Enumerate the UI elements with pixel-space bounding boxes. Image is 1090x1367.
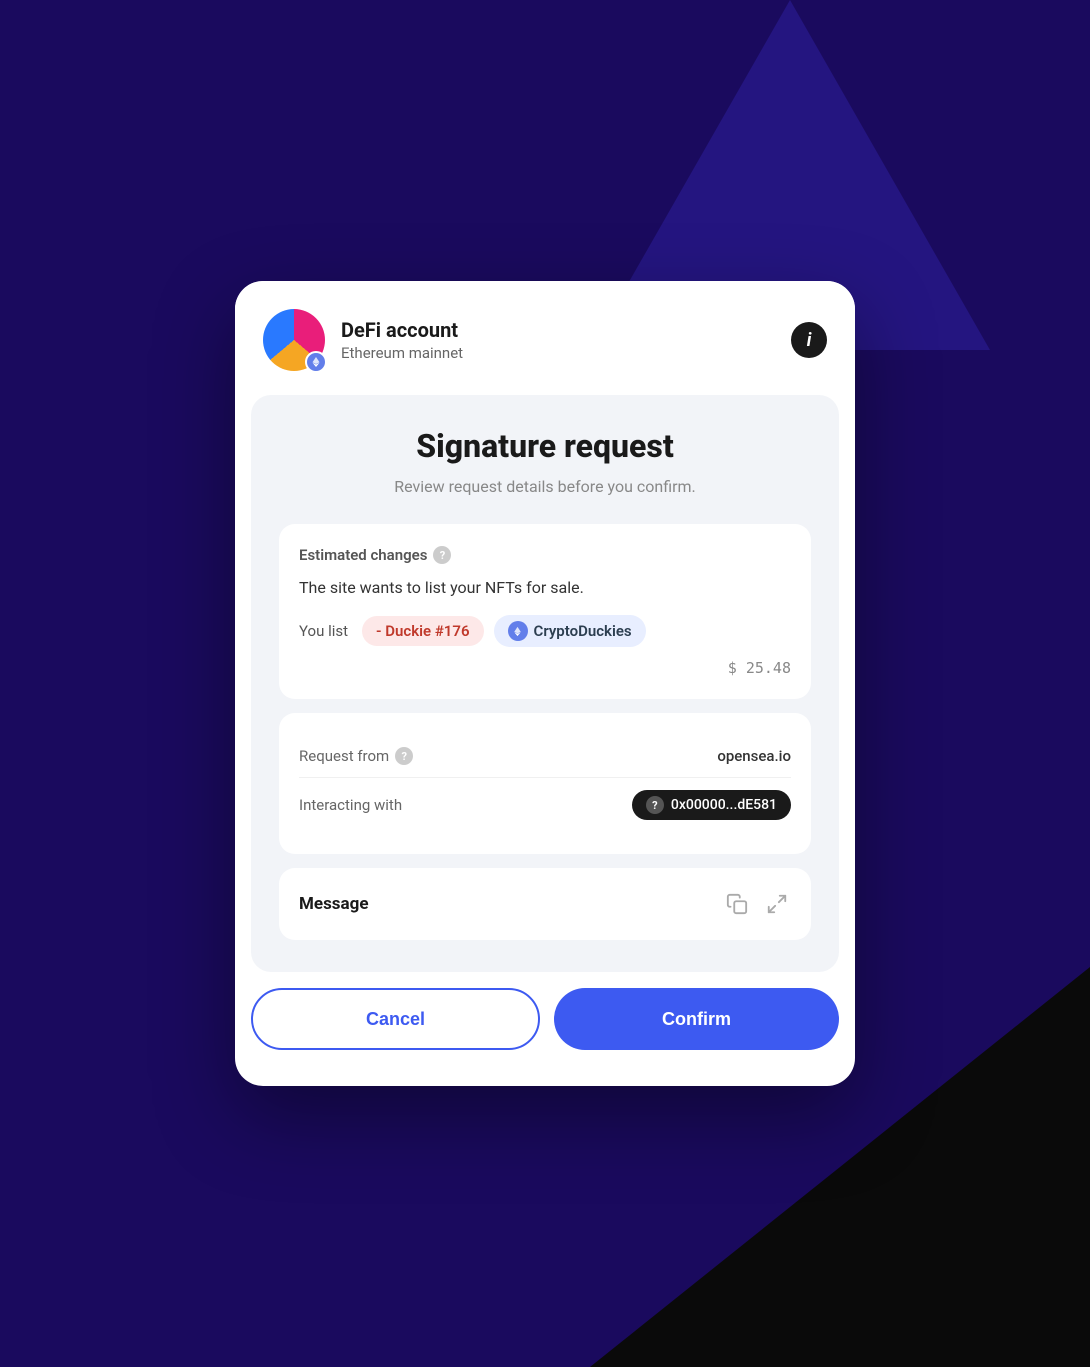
copy-button[interactable]	[723, 890, 751, 918]
modal-container: DeFi account Ethereum mainnet i Signatur…	[235, 281, 855, 1086]
request-from-row: Request from ? opensea.io	[299, 735, 791, 778]
nft-listing-row: You list - Duckie #176 CryptoDuckies	[299, 615, 791, 647]
info-icon: i	[807, 330, 812, 351]
main-content: Signature request Review request details…	[251, 395, 839, 972]
confirm-button[interactable]: Confirm	[554, 988, 839, 1050]
collection-name: CryptoDuckies	[534, 622, 632, 640]
estimated-changes-label: Estimated changes ?	[299, 546, 791, 564]
header: DeFi account Ethereum mainnet i	[235, 281, 855, 395]
button-row: Cancel Confirm	[235, 988, 855, 1050]
request-info-card: Request from ? opensea.io Interacting wi…	[279, 713, 811, 854]
message-card: Message	[279, 868, 811, 940]
collection-eth-icon	[508, 621, 528, 641]
account-info: DeFi account Ethereum mainnet	[341, 318, 791, 362]
eth-badge-icon	[305, 351, 327, 373]
request-from-value: opensea.io	[717, 747, 791, 765]
nft-tag: - Duckie #176	[362, 616, 483, 646]
request-from-label: Request from ?	[299, 747, 413, 765]
estimated-changes-description: The site wants to list your NFTs for sal…	[299, 578, 791, 597]
estimated-changes-help-icon[interactable]: ?	[433, 546, 451, 564]
contract-question-icon: ?	[646, 796, 664, 814]
nft-price: $ 25.48	[299, 659, 791, 677]
interacting-with-label: Interacting with	[299, 796, 402, 814]
message-header: Message	[299, 890, 791, 918]
page-title: Signature request	[279, 427, 811, 465]
estimated-changes-card: Estimated changes ? The site wants to li…	[279, 524, 811, 699]
page-subtitle: Review request details before you confir…	[279, 477, 811, 496]
request-from-help-icon[interactable]: ?	[395, 747, 413, 765]
info-button[interactable]: i	[791, 322, 827, 358]
contract-address: 0x00000...dE581	[671, 797, 777, 813]
interacting-with-row: Interacting with ? 0x00000...dE581	[299, 778, 791, 832]
contract-address-tag[interactable]: ? 0x00000...dE581	[632, 790, 791, 820]
collection-tag: CryptoDuckies	[494, 615, 646, 647]
message-title: Message	[299, 894, 369, 914]
network-name: Ethereum mainnet	[341, 344, 791, 362]
expand-button[interactable]	[763, 890, 791, 918]
account-avatar	[263, 309, 325, 371]
cancel-button[interactable]: Cancel	[251, 988, 540, 1050]
account-name: DeFi account	[341, 318, 791, 342]
message-actions	[723, 890, 791, 918]
you-list-label: You list	[299, 622, 348, 640]
